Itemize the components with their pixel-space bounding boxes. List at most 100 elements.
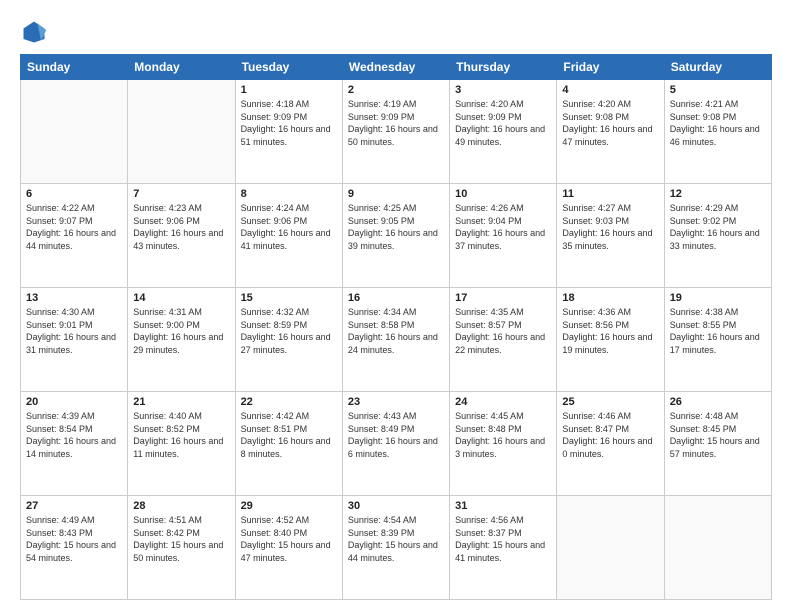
logo <box>20 18 52 46</box>
dow-header: Tuesday <box>235 55 342 80</box>
dow-header: Wednesday <box>342 55 449 80</box>
calendar-week-row: 20 Sunrise: 4:39 AMSunset: 8:54 PMDaylig… <box>21 392 772 496</box>
day-number: 29 <box>241 500 337 512</box>
calendar-cell <box>21 80 128 184</box>
day-info: Sunrise: 4:19 AMSunset: 9:09 PMDaylight:… <box>348 98 444 148</box>
day-number: 19 <box>670 292 766 304</box>
day-info: Sunrise: 4:23 AMSunset: 9:06 PMDaylight:… <box>133 202 229 252</box>
day-info: Sunrise: 4:35 AMSunset: 8:57 PMDaylight:… <box>455 306 551 356</box>
calendar-cell: 10 Sunrise: 4:26 AMSunset: 9:04 PMDaylig… <box>450 184 557 288</box>
dow-header: Thursday <box>450 55 557 80</box>
calendar-body: 1 Sunrise: 4:18 AMSunset: 9:09 PMDayligh… <box>21 80 772 600</box>
calendar-cell: 16 Sunrise: 4:34 AMSunset: 8:58 PMDaylig… <box>342 288 449 392</box>
calendar-cell: 13 Sunrise: 4:30 AMSunset: 9:01 PMDaylig… <box>21 288 128 392</box>
calendar-cell: 4 Sunrise: 4:20 AMSunset: 9:08 PMDayligh… <box>557 80 664 184</box>
calendar-cell <box>128 80 235 184</box>
day-number: 2 <box>348 84 444 96</box>
calendar-cell <box>664 496 771 600</box>
calendar-cell: 5 Sunrise: 4:21 AMSunset: 9:08 PMDayligh… <box>664 80 771 184</box>
day-number: 9 <box>348 188 444 200</box>
calendar-cell: 24 Sunrise: 4:45 AMSunset: 8:48 PMDaylig… <box>450 392 557 496</box>
calendar-cell: 20 Sunrise: 4:39 AMSunset: 8:54 PMDaylig… <box>21 392 128 496</box>
calendar-cell: 30 Sunrise: 4:54 AMSunset: 8:39 PMDaylig… <box>342 496 449 600</box>
page: SundayMondayTuesdayWednesdayThursdayFrid… <box>0 0 792 612</box>
day-number: 23 <box>348 396 444 408</box>
calendar-cell: 23 Sunrise: 4:43 AMSunset: 8:49 PMDaylig… <box>342 392 449 496</box>
days-of-week-row: SundayMondayTuesdayWednesdayThursdayFrid… <box>21 55 772 80</box>
day-number: 10 <box>455 188 551 200</box>
calendar-week-row: 13 Sunrise: 4:30 AMSunset: 9:01 PMDaylig… <box>21 288 772 392</box>
day-info: Sunrise: 4:56 AMSunset: 8:37 PMDaylight:… <box>455 514 551 564</box>
calendar-cell: 21 Sunrise: 4:40 AMSunset: 8:52 PMDaylig… <box>128 392 235 496</box>
day-info: Sunrise: 4:54 AMSunset: 8:39 PMDaylight:… <box>348 514 444 564</box>
day-number: 4 <box>562 84 658 96</box>
day-info: Sunrise: 4:39 AMSunset: 8:54 PMDaylight:… <box>26 410 122 460</box>
day-number: 21 <box>133 396 229 408</box>
day-number: 14 <box>133 292 229 304</box>
calendar-cell: 26 Sunrise: 4:48 AMSunset: 8:45 PMDaylig… <box>664 392 771 496</box>
day-number: 15 <box>241 292 337 304</box>
day-info: Sunrise: 4:48 AMSunset: 8:45 PMDaylight:… <box>670 410 766 460</box>
day-info: Sunrise: 4:31 AMSunset: 9:00 PMDaylight:… <box>133 306 229 356</box>
day-info: Sunrise: 4:46 AMSunset: 8:47 PMDaylight:… <box>562 410 658 460</box>
dow-header: Sunday <box>21 55 128 80</box>
calendar-cell: 15 Sunrise: 4:32 AMSunset: 8:59 PMDaylig… <box>235 288 342 392</box>
day-number: 7 <box>133 188 229 200</box>
calendar-cell: 25 Sunrise: 4:46 AMSunset: 8:47 PMDaylig… <box>557 392 664 496</box>
calendar-cell: 29 Sunrise: 4:52 AMSunset: 8:40 PMDaylig… <box>235 496 342 600</box>
calendar-week-row: 27 Sunrise: 4:49 AMSunset: 8:43 PMDaylig… <box>21 496 772 600</box>
day-number: 3 <box>455 84 551 96</box>
day-number: 20 <box>26 396 122 408</box>
day-info: Sunrise: 4:26 AMSunset: 9:04 PMDaylight:… <box>455 202 551 252</box>
calendar-cell: 31 Sunrise: 4:56 AMSunset: 8:37 PMDaylig… <box>450 496 557 600</box>
calendar-cell: 18 Sunrise: 4:36 AMSunset: 8:56 PMDaylig… <box>557 288 664 392</box>
day-number: 1 <box>241 84 337 96</box>
calendar-cell: 3 Sunrise: 4:20 AMSunset: 9:09 PMDayligh… <box>450 80 557 184</box>
day-number: 16 <box>348 292 444 304</box>
dow-header: Saturday <box>664 55 771 80</box>
logo-icon <box>20 18 48 46</box>
day-info: Sunrise: 4:20 AMSunset: 9:08 PMDaylight:… <box>562 98 658 148</box>
day-number: 31 <box>455 500 551 512</box>
day-number: 17 <box>455 292 551 304</box>
day-number: 12 <box>670 188 766 200</box>
calendar-cell: 1 Sunrise: 4:18 AMSunset: 9:09 PMDayligh… <box>235 80 342 184</box>
calendar-cell: 2 Sunrise: 4:19 AMSunset: 9:09 PMDayligh… <box>342 80 449 184</box>
day-info: Sunrise: 4:24 AMSunset: 9:06 PMDaylight:… <box>241 202 337 252</box>
calendar-cell: 17 Sunrise: 4:35 AMSunset: 8:57 PMDaylig… <box>450 288 557 392</box>
calendar-cell: 7 Sunrise: 4:23 AMSunset: 9:06 PMDayligh… <box>128 184 235 288</box>
calendar-cell: 11 Sunrise: 4:27 AMSunset: 9:03 PMDaylig… <box>557 184 664 288</box>
day-info: Sunrise: 4:38 AMSunset: 8:55 PMDaylight:… <box>670 306 766 356</box>
day-info: Sunrise: 4:18 AMSunset: 9:09 PMDaylight:… <box>241 98 337 148</box>
day-number: 25 <box>562 396 658 408</box>
day-number: 18 <box>562 292 658 304</box>
calendar-cell: 9 Sunrise: 4:25 AMSunset: 9:05 PMDayligh… <box>342 184 449 288</box>
day-info: Sunrise: 4:21 AMSunset: 9:08 PMDaylight:… <box>670 98 766 148</box>
day-info: Sunrise: 4:51 AMSunset: 8:42 PMDaylight:… <box>133 514 229 564</box>
day-number: 13 <box>26 292 122 304</box>
calendar-cell: 12 Sunrise: 4:29 AMSunset: 9:02 PMDaylig… <box>664 184 771 288</box>
calendar-cell: 28 Sunrise: 4:51 AMSunset: 8:42 PMDaylig… <box>128 496 235 600</box>
dow-header: Friday <box>557 55 664 80</box>
day-number: 11 <box>562 188 658 200</box>
day-info: Sunrise: 4:22 AMSunset: 9:07 PMDaylight:… <box>26 202 122 252</box>
day-info: Sunrise: 4:40 AMSunset: 8:52 PMDaylight:… <box>133 410 229 460</box>
calendar-cell: 8 Sunrise: 4:24 AMSunset: 9:06 PMDayligh… <box>235 184 342 288</box>
day-info: Sunrise: 4:27 AMSunset: 9:03 PMDaylight:… <box>562 202 658 252</box>
day-info: Sunrise: 4:20 AMSunset: 9:09 PMDaylight:… <box>455 98 551 148</box>
day-info: Sunrise: 4:45 AMSunset: 8:48 PMDaylight:… <box>455 410 551 460</box>
calendar-cell: 22 Sunrise: 4:42 AMSunset: 8:51 PMDaylig… <box>235 392 342 496</box>
day-number: 8 <box>241 188 337 200</box>
dow-header: Monday <box>128 55 235 80</box>
day-number: 30 <box>348 500 444 512</box>
day-info: Sunrise: 4:49 AMSunset: 8:43 PMDaylight:… <box>26 514 122 564</box>
calendar-cell <box>557 496 664 600</box>
day-info: Sunrise: 4:29 AMSunset: 9:02 PMDaylight:… <box>670 202 766 252</box>
calendar-cell: 27 Sunrise: 4:49 AMSunset: 8:43 PMDaylig… <box>21 496 128 600</box>
day-info: Sunrise: 4:43 AMSunset: 8:49 PMDaylight:… <box>348 410 444 460</box>
calendar-cell: 19 Sunrise: 4:38 AMSunset: 8:55 PMDaylig… <box>664 288 771 392</box>
day-info: Sunrise: 4:25 AMSunset: 9:05 PMDaylight:… <box>348 202 444 252</box>
calendar-cell: 14 Sunrise: 4:31 AMSunset: 9:00 PMDaylig… <box>128 288 235 392</box>
calendar-table: SundayMondayTuesdayWednesdayThursdayFrid… <box>20 54 772 600</box>
day-info: Sunrise: 4:34 AMSunset: 8:58 PMDaylight:… <box>348 306 444 356</box>
